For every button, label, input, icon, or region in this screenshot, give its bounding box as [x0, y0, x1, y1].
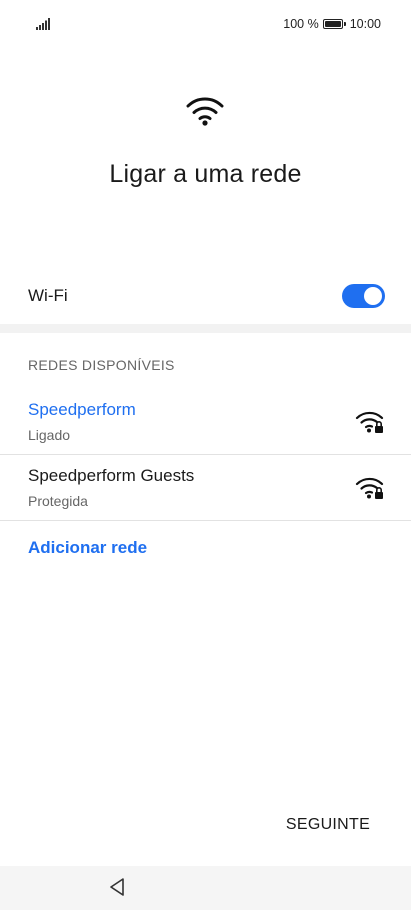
add-network-button[interactable]: Adicionar rede: [28, 538, 147, 558]
toggle-knob: [364, 287, 382, 305]
wifi-lock-icon: [355, 411, 384, 433]
network-name: Speedperform: [28, 400, 136, 419]
status-right: 100 % 10:00: [283, 16, 381, 32]
status-bar: 100 % 10:00: [0, 0, 411, 48]
next-button[interactable]: SEGUINTE: [278, 816, 378, 838]
section-title: REDES DISPONÍVEIS: [28, 357, 175, 373]
signal-icon: [36, 18, 50, 30]
wifi-toggle[interactable]: [342, 284, 385, 308]
network-item-speedperform-guests[interactable]: Speedperform Guests Protegida: [0, 460, 411, 524]
divider: [0, 520, 411, 521]
clock: 10:00: [349, 17, 381, 31]
wifi-lock-icon: [355, 477, 384, 499]
section-separator: [0, 324, 411, 333]
network-name: Speedperform Guests: [28, 466, 195, 485]
battery-percent: 100 %: [283, 17, 319, 31]
navigation-bar: [0, 866, 411, 910]
divider: [0, 454, 411, 455]
battery-tip: [343, 22, 346, 26]
network-status: Protegida: [28, 493, 88, 509]
battery-icon: [322, 19, 343, 29]
wifi-icon: [186, 97, 224, 126]
network-status: Ligado: [28, 427, 71, 443]
page-title: Ligar a uma rede: [109, 160, 302, 188]
wifi-label: Wi-Fi: [28, 286, 68, 305]
wifi-toggle-row[interactable]: Wi-Fi: [0, 272, 411, 322]
screen: 100 % 10:00 Ligar a uma rede Wi-Fi REDES…: [0, 0, 411, 910]
network-item-speedperform[interactable]: Speedperform Ligado: [0, 394, 411, 458]
back-icon[interactable]: [108, 877, 128, 897]
